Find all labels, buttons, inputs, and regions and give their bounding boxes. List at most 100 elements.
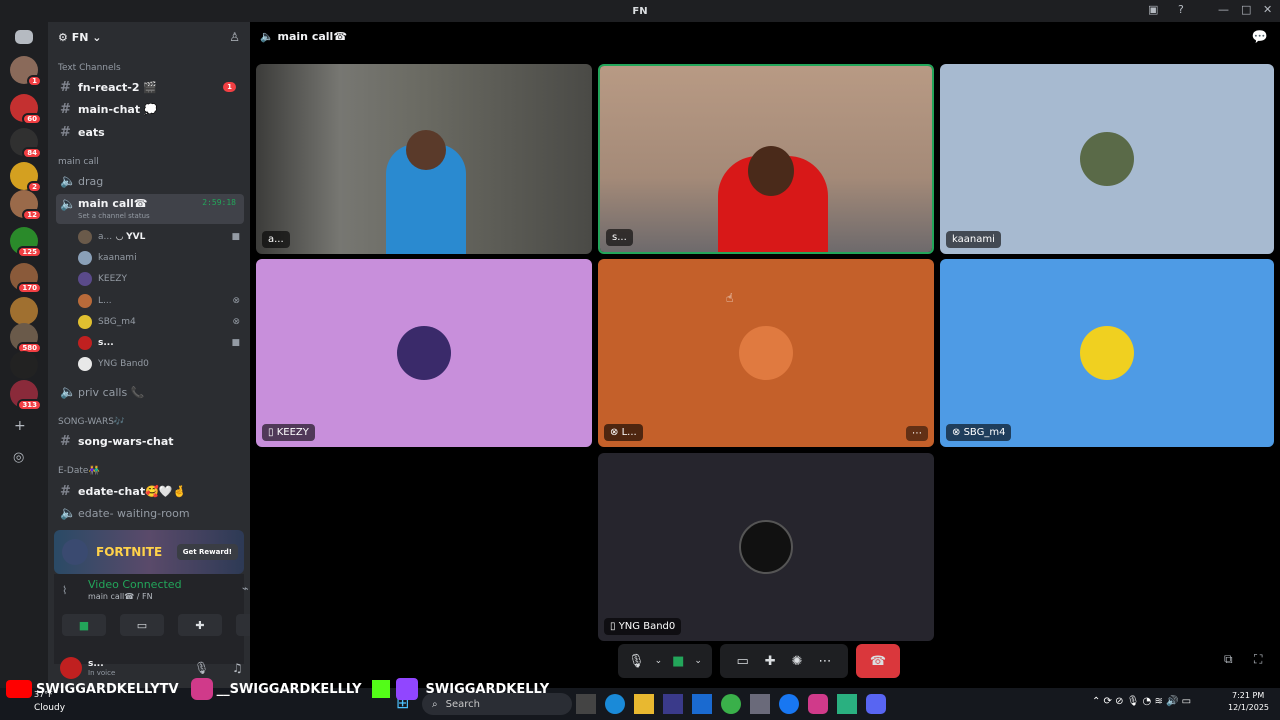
channel-main-chat[interactable]: # main-chat 💭 (56, 99, 244, 119)
voice-participant[interactable]: L... ⊗ (78, 291, 246, 311)
server-icon[interactable]: 580 (10, 323, 42, 354)
video-tile-kaanami[interactable]: kaanami (940, 64, 1274, 254)
video-tile-l[interactable]: ☝ ⊗ L... ⋯ (598, 259, 934, 447)
category-song-wars[interactable]: SONG-WARS🎶 (58, 417, 125, 427)
discord-icon[interactable] (866, 694, 886, 714)
camera-icon[interactable]: ■ (672, 654, 684, 669)
category-e-date[interactable]: E-Date👫 (58, 466, 100, 476)
channel-status[interactable]: Set a channel status (78, 212, 150, 220)
outlook-icon[interactable] (692, 694, 712, 714)
chevron-down-icon[interactable]: ⌄ (694, 656, 702, 666)
headphones-icon[interactable]: ♫ (232, 661, 243, 675)
channel-main-call[interactable]: 🔈 main call☎ 2:59:18 Set a channel statu… (56, 194, 244, 224)
server-icon[interactable]: 313 (10, 380, 42, 411)
camera-button[interactable]: ■ (62, 614, 106, 636)
leave-call-button[interactable]: ☎ (856, 644, 900, 678)
voice-connected-label[interactable]: Video Connected (88, 578, 182, 591)
hash-icon: # (60, 433, 71, 449)
video-tile-s[interactable]: s... (598, 64, 934, 254)
explorer-icon[interactable] (634, 694, 654, 714)
mic-icon[interactable]: 🎙 (194, 661, 209, 675)
voice-participant[interactable]: s... ■ (78, 333, 246, 353)
server-icon[interactable] (10, 351, 38, 379)
channel-drag[interactable]: 🔈 drag (56, 171, 244, 191)
activities-button[interactable]: ✚ (178, 614, 222, 636)
instagram-icon[interactable] (808, 694, 828, 714)
get-reward-button[interactable]: Get Reward! (176, 544, 238, 560)
discord-home-icon[interactable] (15, 30, 33, 44)
social-overlay: SWIGGARDKELLYTV __SWIGGARDKELLLY SWIGGAR… (6, 678, 549, 700)
game-promo-banner[interactable]: FORTNITE Get Reward! (54, 530, 244, 574)
channel-priv-calls[interactable]: 🔈 priv calls 📞 (56, 382, 244, 402)
voice-participant[interactable]: a... ◡ YVL ■ (78, 227, 246, 247)
facebook-icon[interactable] (779, 694, 799, 714)
voice-location[interactable]: main call☎ / FN (88, 592, 153, 601)
clock-date[interactable]: 12/1/2025 (1228, 703, 1269, 712)
participant-name: KEEZY (98, 274, 127, 285)
weather-label[interactable]: Cloudy (34, 703, 65, 713)
add-server-icon[interactable]: + (14, 418, 26, 434)
noise-suppression-icon[interactable]: ⌁ (242, 582, 249, 595)
notification-badge: 313 (17, 399, 42, 411)
maximize-button[interactable]: □ (1241, 3, 1251, 16)
server-icon[interactable]: 125 (10, 227, 42, 258)
video-tile-sbg[interactable]: ⊗ SBG_m4 (940, 259, 1274, 447)
close-button[interactable]: ✕ (1263, 3, 1272, 16)
soundboard-icon[interactable]: ✺ (792, 654, 803, 669)
channel-fn-react-2[interactable]: # fn-react-2 🎬 1 (56, 77, 244, 97)
hash-icon: # (60, 79, 71, 95)
participant-name: s... (98, 338, 114, 348)
minimize-button[interactable]: — (1218, 3, 1229, 16)
channel-edate-waiting-room[interactable]: 🔈 edate- waiting-room (56, 503, 244, 523)
edge-icon[interactable] (605, 694, 625, 714)
server-icon[interactable]: 170 (10, 263, 42, 294)
channel-song-wars-chat[interactable]: # song-wars-chat (56, 431, 244, 451)
screen-share-icon: ▭ (136, 618, 148, 632)
inbox-icon[interactable]: ▣ (1148, 3, 1158, 16)
server-header[interactable]: ⚙ FN ⌄ (48, 22, 250, 52)
system-tray-icons[interactable]: ⌃ ⟳ ⊘ 🎙 ◔ ≋ 🔊 ▭ (1092, 696, 1191, 707)
explore-icon[interactable]: ◎ (13, 450, 24, 465)
voice-participant[interactable]: kaanami (78, 248, 246, 268)
avatar[interactable] (60, 657, 82, 679)
server-icon[interactable]: 12 (10, 190, 42, 221)
store-icon[interactable] (663, 694, 683, 714)
channel-eats[interactable]: # eats (56, 122, 244, 142)
category-main-call[interactable]: main call (58, 157, 99, 167)
whatsapp-icon[interactable] (837, 694, 857, 714)
video-tile-yng[interactable]: ▯ YNG Band0 (598, 453, 934, 641)
clock-time[interactable]: 7:21 PM (1232, 691, 1264, 700)
popout-icon[interactable]: ⧉ (1224, 652, 1233, 667)
task-view-icon[interactable] (576, 694, 596, 714)
avatar (78, 230, 92, 244)
voice-participant[interactable]: KEEZY (78, 269, 246, 289)
chat-icon[interactable]: 💬 (1252, 30, 1268, 45)
activities-icon[interactable]: ✚ (765, 654, 776, 669)
chevron-down-icon[interactable]: ⌄ (655, 656, 663, 666)
fullscreen-icon[interactable]: ⛶ (1254, 652, 1262, 667)
settings-icon[interactable] (750, 694, 770, 714)
add-member-icon[interactable]: ♙ (229, 30, 240, 44)
screen-share-icon[interactable]: ▭ (736, 654, 748, 669)
mention-badge: 1 (223, 82, 236, 92)
channel-edate-chat[interactable]: # edate-chat🥰🤍🤞 (56, 481, 244, 501)
more-icon[interactable]: ⋯ (819, 654, 832, 669)
voice-participant[interactable]: YNG Band0 (78, 354, 246, 374)
help-icon[interactable]: ? (1178, 3, 1184, 16)
chrome-icon[interactable] (721, 694, 741, 714)
more-options-button[interactable]: ⋯ (906, 426, 928, 441)
camera-icon: ■ (231, 232, 240, 242)
mic-icon[interactable]: 🎙 (628, 654, 645, 669)
video-tile-a[interactable]: a... (256, 64, 592, 254)
server-icon[interactable]: 1 (10, 56, 42, 87)
server-icon[interactable]: 60 (10, 94, 42, 125)
category-text-channels[interactable]: Text Channels (58, 63, 121, 73)
signal-icon[interactable]: ⌇ (62, 584, 67, 597)
screen-share-button[interactable]: ▭ (120, 614, 164, 636)
server-icon[interactable]: 2 (10, 162, 42, 193)
server-icon[interactable]: 84 (10, 128, 42, 159)
video-tile-keezy[interactable]: ▯ KEEZY (256, 259, 592, 447)
server-icon[interactable] (10, 297, 38, 325)
voice-participant[interactable]: SBG_m4 ⊗ (78, 312, 246, 332)
participant-name: SBG_m4 (98, 316, 136, 327)
